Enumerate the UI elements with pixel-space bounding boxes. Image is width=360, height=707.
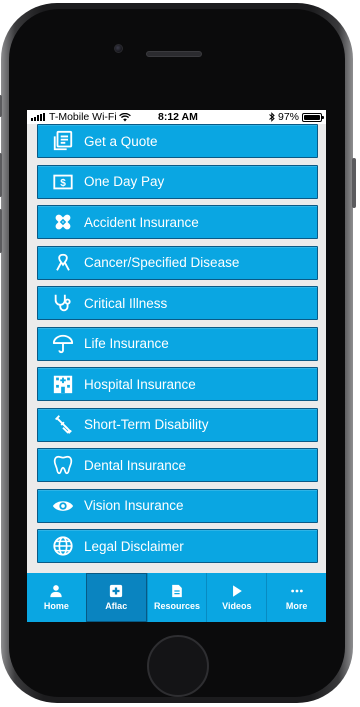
quote-document-icon (52, 130, 74, 152)
tab-videos[interactable]: Videos (206, 573, 266, 622)
hospital-icon (52, 373, 74, 395)
volume-down-button (0, 209, 2, 253)
tab-home[interactable]: Home (27, 573, 86, 622)
menu-item-dental-insurance[interactable]: Dental Insurance (37, 448, 318, 482)
menu-item-label: Life Insurance (84, 336, 169, 351)
status-bar: T-Mobile Wi-Fi 8:12 AM 97% (27, 110, 326, 124)
menu-item-label: One Day Pay (84, 174, 165, 189)
battery-icon (302, 112, 324, 122)
home-hardware-button[interactable] (147, 635, 209, 697)
menu-item-label: Short-Term Disability (84, 417, 209, 432)
tab-label: Videos (222, 601, 252, 611)
tab-more[interactable]: More (266, 573, 326, 622)
menu-item-label: Vision Insurance (84, 498, 184, 513)
tab-resources[interactable]: Resources (146, 573, 207, 622)
menu-item-cancer-specified-disease[interactable]: Cancer/Specified Disease (37, 245, 318, 280)
power-button (352, 158, 356, 208)
menu-item-label: Critical Illness (84, 295, 168, 311)
signal-icon (31, 113, 45, 121)
eye-icon (52, 495, 74, 517)
tab-label: Home (43, 601, 69, 611)
menu-item-label: Get a Quote (84, 133, 158, 149)
tab-label: Aflac (105, 601, 128, 611)
app-screen: T-Mobile Wi-Fi 8:12 AM 97% Get a Quote $… (27, 110, 326, 622)
bluetooth-icon (269, 112, 275, 122)
document-icon (172, 584, 182, 598)
person-icon (50, 585, 63, 598)
dollar-bill-icon: $ (52, 171, 74, 193)
bandage-icon (52, 211, 74, 233)
menu-item-vision-insurance[interactable]: Vision Insurance (37, 488, 318, 523)
menu-item-one-day-pay[interactable]: $ One Day Pay (37, 164, 318, 199)
battery-fill (304, 114, 320, 120)
tab-label: Resources (153, 601, 200, 611)
menu-item-short-term-disability[interactable]: Short-Term Disability (37, 407, 318, 442)
menu-item-label: Hospital Insurance (84, 376, 196, 392)
battery-percent: 97% (277, 111, 299, 123)
menu-item-get-a-quote[interactable]: Get a Quote (37, 124, 318, 158)
bottom-tab-bar: Home Aflac Resources Videos More (27, 573, 326, 622)
svg-text:$: $ (60, 178, 66, 189)
tab-label: More (285, 601, 308, 611)
more-dots-icon (290, 589, 303, 593)
menu-item-critical-illness[interactable]: Critical Illness (37, 286, 318, 320)
front-camera (114, 44, 123, 53)
tooth-icon (52, 454, 74, 476)
menu-item-label: Dental Insurance (84, 457, 187, 473)
menu-item-accident-insurance[interactable]: Accident Insurance (37, 205, 318, 239)
globe-icon (52, 535, 74, 557)
ribbon-icon (52, 252, 74, 274)
earpiece-speaker (146, 51, 202, 57)
menu-item-label: Legal Disclaimer (84, 538, 184, 554)
play-icon (232, 585, 242, 597)
volume-up-button (0, 153, 2, 197)
medical-cross-icon (110, 584, 123, 598)
wifi-icon (118, 112, 131, 121)
menu-item-label: Cancer/Specified Disease (84, 255, 240, 270)
carrier-text: T-Mobile Wi-Fi (49, 111, 117, 123)
menu-item-life-insurance[interactable]: Life Insurance (37, 326, 318, 361)
menu-item-label: Accident Insurance (84, 214, 199, 230)
status-time: 8:12 AM (158, 111, 198, 123)
stethoscope-icon (52, 292, 74, 314)
menu-item-legal-disclaimer[interactable]: Legal Disclaimer (37, 529, 318, 563)
umbrella-icon (52, 333, 74, 355)
menu-item-hospital-insurance[interactable]: Hospital Insurance (37, 367, 318, 401)
tab-aflac[interactable]: Aflac (85, 573, 147, 622)
mute-switch (0, 95, 2, 117)
crutch-icon (52, 414, 74, 436)
